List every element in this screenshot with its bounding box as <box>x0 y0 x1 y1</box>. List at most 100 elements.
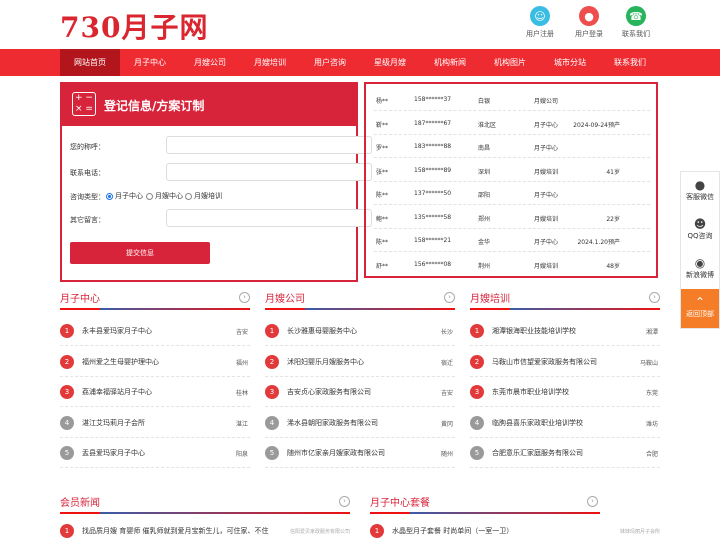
order-cell: 邵阳 <box>478 192 491 199</box>
order-cell: 158******37 <box>414 96 452 103</box>
order-cell: 月子中心 <box>534 239 559 246</box>
item-title: 马鞍山市信望爱家政服务有限公司 <box>492 357 597 366</box>
order-row: 陈** 158******21 金华 月子中心 2024.1.20预产 <box>374 229 650 252</box>
more-icon[interactable]: › <box>239 292 250 303</box>
list-item[interactable]: 2 沭阳妇婴乐月嫂服务中心 宿迁 <box>265 347 455 377</box>
item-city: 湘潭 <box>645 329 658 336</box>
nav-nanny-training[interactable]: 月嫂培训 <box>240 49 300 76</box>
phone-label: 联系电话： <box>70 169 105 177</box>
section-title[interactable]: 月嫂培训 <box>470 290 510 305</box>
rank-badge: 1 <box>470 324 484 338</box>
item-title: 随州市亿家亲月嫂家政有限公司 <box>287 449 385 457</box>
order-row: 张** 158******89 深圳 月嫂培训 41岁 <box>374 159 650 182</box>
title-underline <box>60 512 100 514</box>
register-link[interactable]: ☺ 用户注册 <box>518 6 562 39</box>
back-to-top-button[interactable]: ⌃ 返回顶部 <box>681 289 719 328</box>
list-item[interactable]: 2 马鞍山市信望爱家政服务有限公司 马鞍山 <box>470 347 660 377</box>
more-icon[interactable]: › <box>444 292 455 303</box>
list-item[interactable]: 5 随州市亿家亲月嫂家政有限公司 随州 <box>265 438 455 468</box>
list-item[interactable]: 2 福州爱之生母婴护理中心 福州 <box>60 347 250 377</box>
nav-news[interactable]: 机构新闻 <box>420 49 480 76</box>
order-cell: 杨** <box>376 98 389 105</box>
order-cell: 陈** <box>376 192 389 199</box>
order-row: 陈** 137******50 邵阳 月子中心 <box>374 182 650 205</box>
list-item[interactable]: 4 临朐县喜乐家政职业培训学校 潍坊 <box>470 408 660 438</box>
divider <box>100 512 350 514</box>
title-underline <box>60 308 100 310</box>
order-cell: 月子中心 <box>534 145 559 152</box>
phone-input[interactable] <box>166 163 372 181</box>
nav-nanny-company[interactable]: 月嫂公司 <box>180 49 240 76</box>
list-item[interactable]: 3 吉安贞心家政服务有限公司 吉安 <box>265 377 455 407</box>
item-title: 湛江艾玛莉月子会所 <box>82 418 145 427</box>
item-city: 湛江 <box>235 420 248 428</box>
order-cell: 月嫂公司 <box>534 98 559 105</box>
order-cell: 鲍** <box>376 215 389 223</box>
list-item[interactable]: 1 找品质月嫂 育婴师 催乳师就到爱月宝新生儿，可住家、不住 信阳爱贝家政服务有… <box>60 520 350 550</box>
order-cell: 南昌 <box>478 145 491 152</box>
order-cell: 月子中心 <box>534 192 559 199</box>
wechat-button[interactable]: ● 客服微信 <box>681 172 719 211</box>
list-item[interactable]: 1 水晶型月子套餐 时尚单间（一室一卫） 妹妹玛丽月子会所 <box>370 520 660 550</box>
section-title[interactable]: 月子中心 <box>60 290 100 305</box>
order-cell: 137******50 <box>414 190 452 197</box>
order-cell: 白银 <box>478 98 491 105</box>
section-title[interactable]: 月嫂公司 <box>265 290 305 305</box>
rank-badge: 4 <box>60 415 74 430</box>
radio-nanny-center[interactable]: 月嫂中心 <box>146 191 183 201</box>
order-cell: 158******21 <box>414 237 452 244</box>
item-city: 长沙 <box>440 329 453 336</box>
list-item[interactable]: 5 合肥意乐汇家庭服务有限公司 合肥 <box>470 438 660 468</box>
order-cell: 22岁 <box>606 215 620 223</box>
radio-nanny-training[interactable]: 月嫂培训 <box>185 191 222 201</box>
title-underline <box>370 512 410 514</box>
site-logo[interactable]: 730月子网 <box>60 6 208 46</box>
item-city: 阳泉 <box>235 451 248 458</box>
nav-consult[interactable]: 用户咨询 <box>300 49 360 76</box>
list-item[interactable]: 3 荔浦幸福驿站月子中心 桂林 <box>60 377 250 407</box>
order-cell: 41岁 <box>606 168 620 176</box>
nav-city[interactable]: 城市分站 <box>540 49 600 76</box>
more-icon[interactable]: › <box>649 292 660 303</box>
login-link[interactable]: ● 用户登录 <box>567 6 611 39</box>
order-list: 杨** 158******37 白银 月嫂公司 靳** 187******67 淮北区 月子中… <box>364 82 658 278</box>
list-item[interactable]: 1 长沙雅惠母婴服务中心 长沙 <box>265 316 455 346</box>
divider <box>100 308 250 310</box>
list-item[interactable]: 4 浠水县朝阳家政服务有限公司 黄冈 <box>265 408 455 438</box>
qq-button[interactable]: ☻ QQ咨询 <box>681 211 719 250</box>
list-item[interactable]: 4 湛江艾玛莉月子会所 湛江 <box>60 408 250 438</box>
nav-star-nanny[interactable]: 星级月嫂 <box>360 49 420 76</box>
divider <box>410 512 600 514</box>
item-title: 合肥意乐汇家庭服务有限公司 <box>492 449 583 457</box>
message-input[interactable] <box>166 209 372 227</box>
lock-icon: ● <box>579 6 599 26</box>
item-city: 宿迁 <box>440 359 453 367</box>
rank-badge: 1 <box>265 324 279 338</box>
section-title[interactable]: 月子中心套餐 <box>370 494 430 509</box>
nav-images[interactable]: 机构图片 <box>480 49 540 76</box>
main-nav: 网站首页 月子中心 月嫂公司 月嫂培训 用户咨询 星级月嫂 机构新闻 机构图片 … <box>0 49 720 76</box>
more-icon[interactable]: › <box>339 496 350 507</box>
name-input[interactable] <box>166 136 372 154</box>
weibo-button[interactable]: ◉ 新浪微博 <box>681 250 719 289</box>
order-cell: 深圳 <box>478 168 491 176</box>
list-item[interactable]: 1 永丰县爱玛家月子中心 吉安 <box>60 316 250 346</box>
submit-button[interactable]: 提交信息 <box>70 242 210 264</box>
radio-maternity-center[interactable]: 月子中心 <box>106 191 143 201</box>
rank-badge: 3 <box>60 385 74 399</box>
nav-contact[interactable]: 联系我们 <box>600 49 660 76</box>
list-item[interactable]: 1 湘潭银海职业技能培训学校 湘潭 <box>470 316 660 346</box>
divider <box>510 308 660 310</box>
more-icon[interactable]: › <box>587 496 598 507</box>
list-item[interactable]: 5 盂县爱玛家月子中心 阳泉 <box>60 438 250 468</box>
nav-home[interactable]: 网站首页 <box>60 49 120 76</box>
list-item[interactable]: 3 东莞市晨市职业培训学校 东莞 <box>470 377 660 407</box>
item-title: 长沙雅惠母婴服务中心 <box>287 327 357 335</box>
contact-link[interactable]: ☎ 联系我们 <box>614 6 658 39</box>
item-title: 湘潭银海职业技能培训学校 <box>492 327 576 335</box>
order-cell: 187******67 <box>414 119 452 127</box>
section-title[interactable]: 会员新闻 <box>60 494 100 509</box>
arrow-up-icon: ⌃ <box>694 295 706 309</box>
rank-badge: 2 <box>265 354 279 369</box>
nav-maternity-center[interactable]: 月子中心 <box>120 49 180 76</box>
